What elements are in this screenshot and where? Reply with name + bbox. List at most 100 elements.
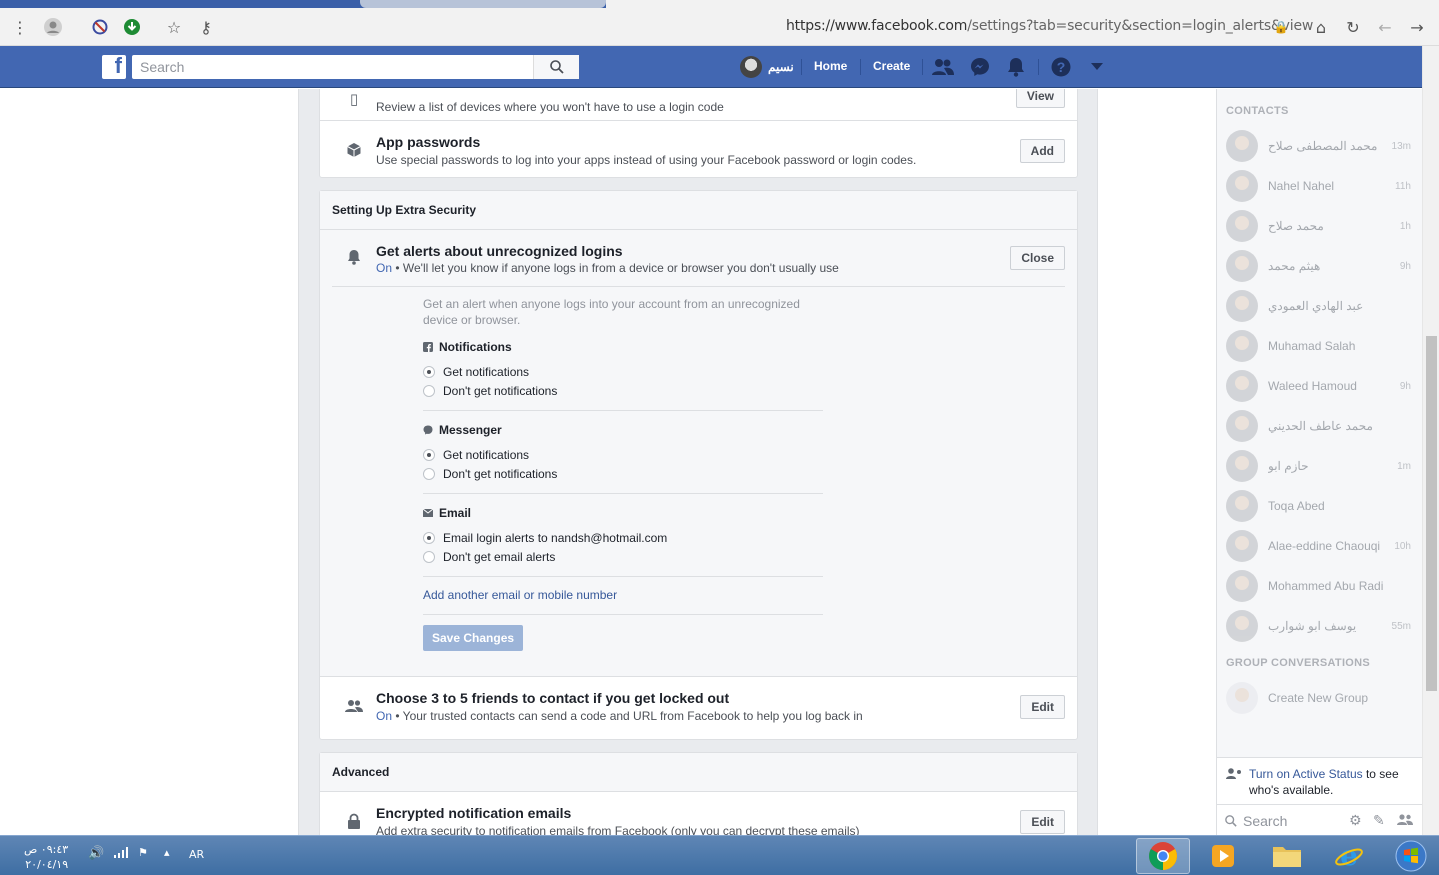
scrollbar-thumb[interactable] bbox=[1426, 336, 1437, 691]
contact-item[interactable]: محمد المصطفى صلاح 13m bbox=[1226, 129, 1411, 163]
close-button[interactable]: Close bbox=[1010, 246, 1065, 270]
profile-icon[interactable] bbox=[42, 16, 64, 38]
language-indicator[interactable]: AR bbox=[189, 848, 204, 861]
search-input[interactable] bbox=[132, 59, 532, 75]
contact-item[interactable]: Mohammed Abu Radi bbox=[1226, 569, 1411, 603]
show-hidden-icons-icon[interactable]: ▴ bbox=[164, 846, 170, 859]
email-alerts-radio[interactable]: Email login alerts to nandsh@hotmail.com bbox=[423, 528, 823, 547]
contact-item[interactable]: Waleed Hamoud 9h bbox=[1226, 369, 1411, 403]
chat-search-input[interactable] bbox=[1243, 812, 1343, 829]
back-icon[interactable]: → bbox=[1406, 16, 1428, 38]
facebook-search bbox=[132, 55, 579, 79]
add-app-password-button[interactable]: Add bbox=[1019, 139, 1065, 163]
download-icon[interactable] bbox=[121, 16, 143, 38]
block-icon[interactable] bbox=[89, 16, 111, 38]
svg-text:?: ? bbox=[1057, 59, 1066, 75]
group-conversations-heading: GROUP CONVERSATIONS bbox=[1226, 657, 1371, 669]
nav-create[interactable]: Create bbox=[873, 59, 910, 73]
view-button[interactable]: View bbox=[1015, 89, 1065, 108]
key-icon[interactable]: ⚷ bbox=[195, 16, 217, 38]
avatar bbox=[1226, 410, 1258, 442]
active-status-link[interactable]: Turn on Active Status bbox=[1249, 767, 1363, 781]
media-player-icon bbox=[1212, 845, 1234, 867]
friend-requests-icon[interactable] bbox=[932, 56, 954, 78]
contact-item[interactable]: عبد الهادي العمودي bbox=[1226, 289, 1411, 323]
notifications-icon[interactable] bbox=[1005, 56, 1027, 78]
user-status-icon bbox=[1226, 768, 1242, 784]
volume-icon[interactable]: 🔊 bbox=[88, 846, 104, 861]
avatar bbox=[1226, 490, 1258, 522]
email-title: Email bbox=[439, 506, 472, 520]
radio-label: Don't get notifications bbox=[443, 466, 558, 481]
explorer-taskbar-button[interactable] bbox=[1260, 838, 1314, 874]
gear-icon[interactable]: ⚙ bbox=[1349, 813, 1362, 829]
login-alerts-panel: Get an alert when anyone logs into your … bbox=[320, 286, 1077, 676]
network-icon[interactable] bbox=[114, 846, 130, 861]
contact-item[interactable]: محمد عاطف الحديني bbox=[1226, 409, 1411, 443]
nav-separator bbox=[801, 59, 802, 75]
avatar bbox=[1226, 250, 1258, 282]
help-icon[interactable]: ? bbox=[1050, 56, 1072, 78]
clock[interactable]: ٠٩:٤٣ ص ٢٠/٠٤/١٩ bbox=[24, 842, 68, 872]
contact-item[interactable]: Muhamad Salah bbox=[1226, 329, 1411, 363]
reload-icon[interactable]: ↻ bbox=[1342, 16, 1364, 38]
contact-name: محمد المصطفى صلاح bbox=[1268, 139, 1378, 153]
url-path: /settings?tab=security&section=login_ale… bbox=[967, 18, 1314, 34]
media-player-taskbar-button[interactable] bbox=[1196, 838, 1250, 874]
forward-disabled-icon[interactable]: ← bbox=[1374, 16, 1396, 38]
edit-trusted-contacts-button[interactable]: Edit bbox=[1020, 695, 1065, 719]
contact-item[interactable]: حازم ابو 1m bbox=[1226, 449, 1411, 483]
section-divider bbox=[423, 493, 823, 494]
add-email-link[interactable]: Add another email or mobile number bbox=[423, 588, 823, 602]
radio-label: Don't get email alerts bbox=[443, 549, 556, 564]
notifications-dont-radio[interactable]: Don't get notifications bbox=[423, 381, 823, 400]
email-dont-radio[interactable]: Don't get email alerts bbox=[423, 547, 823, 566]
contact-item[interactable]: Nahel Nahel 11h bbox=[1226, 169, 1411, 203]
bell-icon bbox=[345, 248, 363, 266]
contact-item[interactable]: Alae-eddine Chaouqi 10h bbox=[1226, 529, 1411, 563]
search-button[interactable] bbox=[533, 55, 579, 79]
messenger-dont-radio[interactable]: Don't get notifications bbox=[423, 464, 823, 483]
contact-item[interactable]: يوسف ابو شوارب 55m bbox=[1226, 609, 1411, 643]
contact-item[interactable]: Toqa Abed bbox=[1226, 489, 1411, 523]
notifications-section: Notifications Get notifications Don't ge… bbox=[423, 340, 823, 411]
authorized-devices-desc: Review a list of devices where you won't… bbox=[376, 100, 724, 114]
create-group-item[interactable]: Create New Group bbox=[1226, 681, 1411, 715]
browser-tab-active[interactable] bbox=[606, 0, 1439, 8]
radio-selected bbox=[423, 531, 435, 544]
bookmark-star-icon[interactable]: ☆ bbox=[163, 16, 185, 38]
messenger-icon[interactable] bbox=[969, 56, 991, 78]
cube-icon bbox=[345, 141, 363, 159]
contact-last-active: 11h bbox=[1395, 180, 1411, 192]
account-menu-icon[interactable] bbox=[1086, 56, 1108, 78]
nav-home[interactable]: Home bbox=[814, 59, 847, 73]
new-group-icon[interactable] bbox=[1397, 813, 1413, 830]
edit-encrypted-emails-button[interactable]: Edit bbox=[1020, 810, 1065, 834]
radio-unselected bbox=[423, 550, 435, 563]
ie-taskbar-button[interactable]: e bbox=[1322, 838, 1376, 874]
contact-item[interactable]: هيثم محمد 9h bbox=[1226, 249, 1411, 283]
contact-item[interactable]: محمد صلاح 1h bbox=[1226, 209, 1411, 243]
compose-icon[interactable]: ✎ bbox=[1373, 813, 1385, 829]
facebook-logo-icon[interactable]: f bbox=[102, 55, 126, 79]
contact-name: Mohammed Abu Radi bbox=[1268, 579, 1384, 593]
save-changes-button[interactable]: Save Changes bbox=[423, 625, 524, 651]
address-bar[interactable]: https://www.facebook.com/settings?tab=se… bbox=[786, 18, 1313, 34]
notifications-get-radio[interactable]: Get notifications bbox=[423, 362, 823, 381]
start-button[interactable] bbox=[1384, 838, 1438, 874]
clock-time: ٠٩:٤٣ ص bbox=[24, 843, 69, 856]
action-center-flag-icon[interactable]: ⚑ bbox=[138, 846, 148, 859]
page-scrollbar[interactable] bbox=[1422, 46, 1439, 835]
messenger-get-radio[interactable]: Get notifications bbox=[423, 445, 823, 464]
menu-dots-icon[interactable]: ⋮ bbox=[9, 16, 31, 38]
sidebar-footer: Turn on Active Status to see who's avail… bbox=[1217, 757, 1423, 835]
avatar bbox=[1226, 170, 1258, 202]
profile-link[interactable]: نسيم bbox=[740, 56, 794, 78]
panel-divider bbox=[332, 286, 1065, 287]
home-icon[interactable]: ⌂ bbox=[1310, 16, 1332, 38]
browser-tab-inactive[interactable] bbox=[360, 0, 606, 8]
contact-name: Alae-eddine Chaouqi bbox=[1268, 539, 1381, 553]
windows-logo-icon bbox=[1395, 840, 1427, 872]
chrome-taskbar-button[interactable] bbox=[1136, 838, 1190, 874]
nav-separator bbox=[922, 59, 923, 75]
